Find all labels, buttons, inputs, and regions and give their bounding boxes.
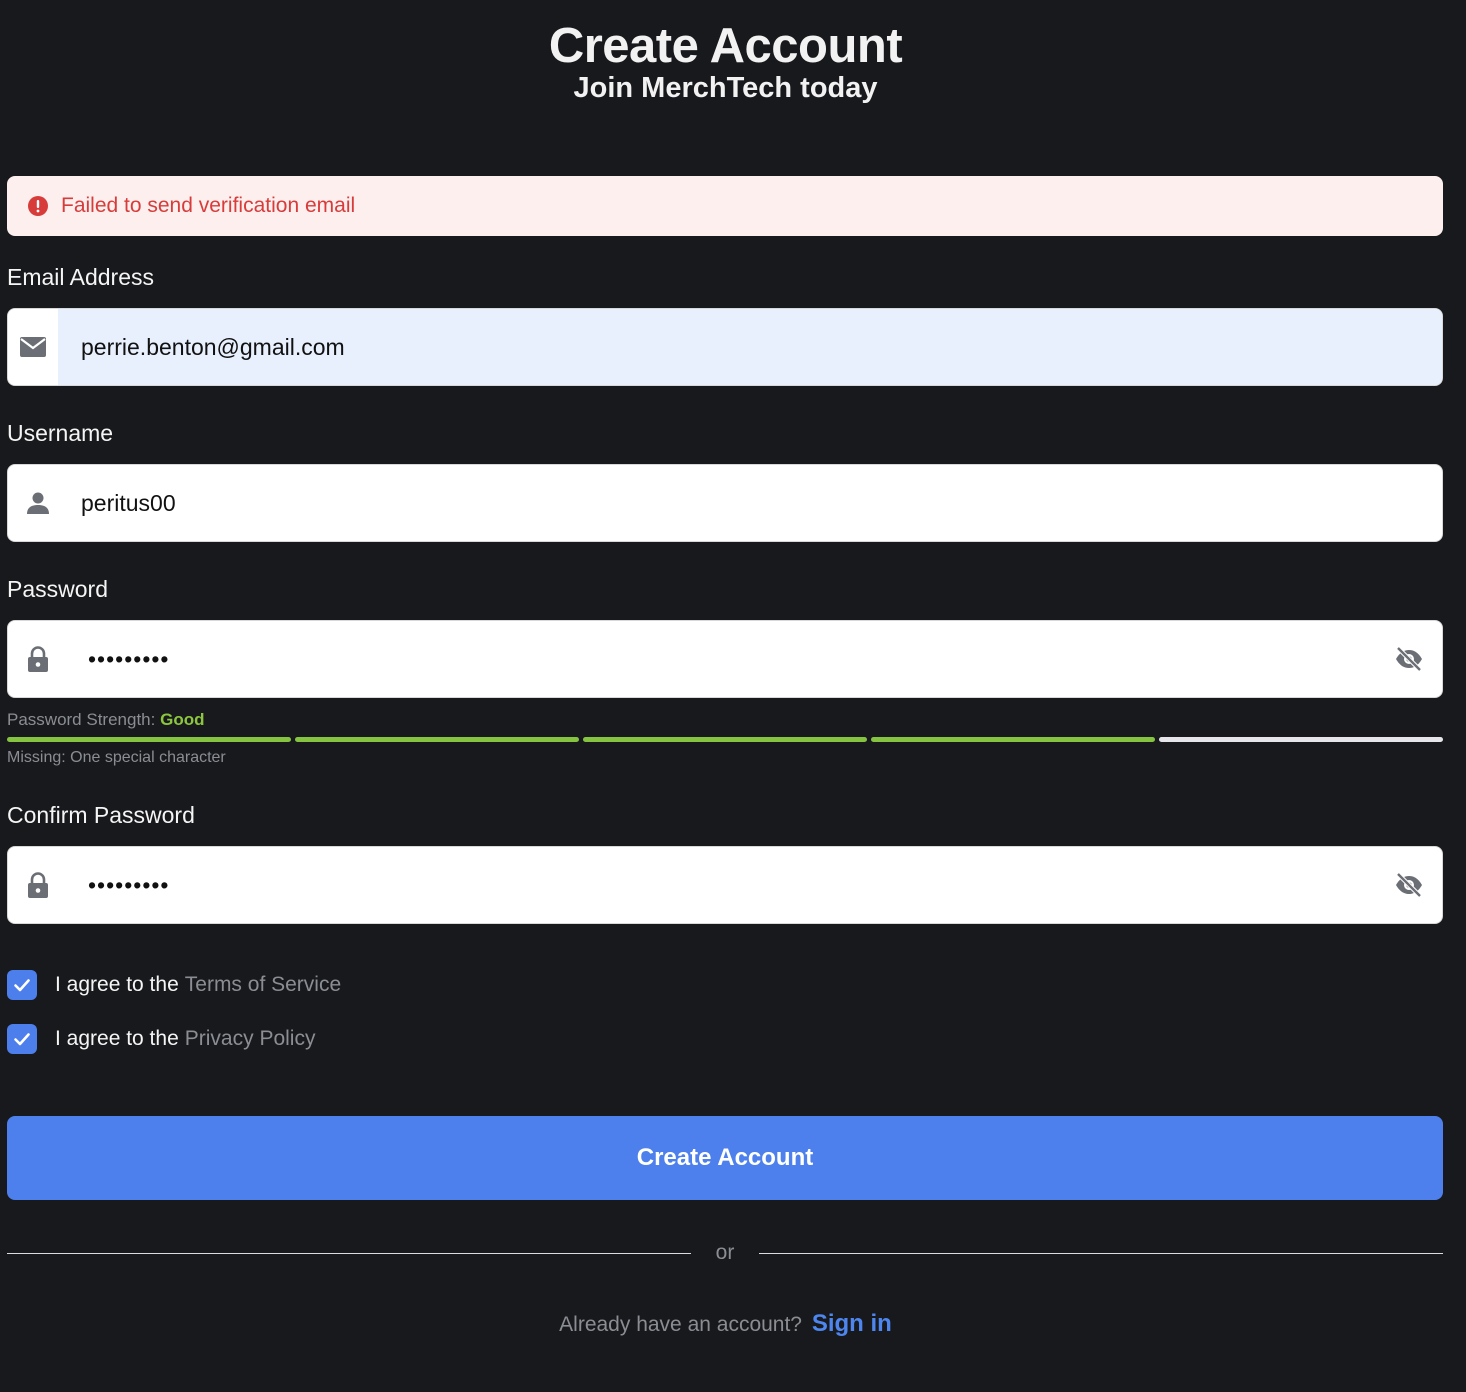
privacy-agreement-row: I agree to the Privacy Policy — [7, 1023, 315, 1055]
mail-icon — [8, 309, 58, 385]
person-icon — [13, 465, 63, 541]
username-field-container — [7, 464, 1443, 542]
strength-segment — [583, 737, 867, 742]
privacy-checkbox[interactable] — [7, 1024, 37, 1054]
signup-page: Create Account Join MerchTech today Fail… — [0, 0, 1466, 1392]
username-input[interactable] — [58, 465, 1442, 541]
terms-agreement-row: I agree to the Terms of Service — [7, 969, 341, 1001]
strength-segment — [871, 737, 1155, 742]
page-title: Create Account — [548, 19, 903, 73]
checkmark-icon — [14, 979, 30, 992]
page-subtitle: Join MerchTech today — [573, 72, 878, 104]
lock-icon — [13, 621, 63, 697]
error-alert-message: Failed to send verification email — [61, 194, 356, 217]
strength-segment — [295, 737, 579, 742]
password-input[interactable]: ••••••••• — [88, 621, 169, 697]
signin-prompt-text: Already have an account? — [559, 1313, 802, 1336]
signin-prompt: Already have an account? Sign in — [0, 1310, 1451, 1338]
confirm-password-label: Confirm Password — [7, 802, 195, 828]
password-strength-value: Good — [160, 710, 205, 729]
password-missing-hint: Missing: One special character — [7, 749, 226, 766]
strength-segment — [7, 737, 291, 742]
create-account-button[interactable]: Create Account — [7, 1116, 1443, 1200]
password-field-container[interactable]: ••••••••• — [7, 620, 1443, 698]
lock-icon — [13, 847, 63, 923]
privacy-policy-link[interactable]: Privacy Policy — [185, 1027, 316, 1051]
error-circle-icon — [27, 195, 49, 217]
confirm-password-field-container[interactable]: ••••••••• — [7, 846, 1443, 924]
strength-segment — [1159, 737, 1443, 742]
divider-line-left — [7, 1253, 691, 1254]
password-strength-prefix: Password Strength: — [7, 710, 156, 729]
password-label: Password — [7, 576, 108, 602]
sign-in-link[interactable]: Sign in — [812, 1310, 892, 1337]
terms-of-service-link[interactable]: Terms of Service — [185, 973, 341, 997]
email-input[interactable] — [58, 309, 1442, 385]
divider-or-text: or — [715, 1241, 735, 1264]
email-label: Email Address — [7, 264, 155, 290]
terms-prefix: I agree to the — [55, 973, 179, 996]
eye-off-icon[interactable] — [1394, 644, 1424, 674]
privacy-prefix: I agree to the — [55, 1027, 179, 1050]
eye-off-icon[interactable] — [1394, 870, 1424, 900]
checkmark-icon — [14, 1033, 30, 1046]
email-field-container — [7, 308, 1443, 386]
error-alert: Failed to send verification email — [7, 176, 1443, 236]
password-strength-meter — [7, 737, 1443, 743]
terms-checkbox[interactable] — [7, 970, 37, 1000]
divider-line-right — [759, 1253, 1443, 1254]
confirm-password-input[interactable]: ••••••••• — [88, 847, 169, 923]
username-label: Username — [7, 420, 114, 446]
password-strength-label: Password Strength: Good — [7, 710, 204, 730]
